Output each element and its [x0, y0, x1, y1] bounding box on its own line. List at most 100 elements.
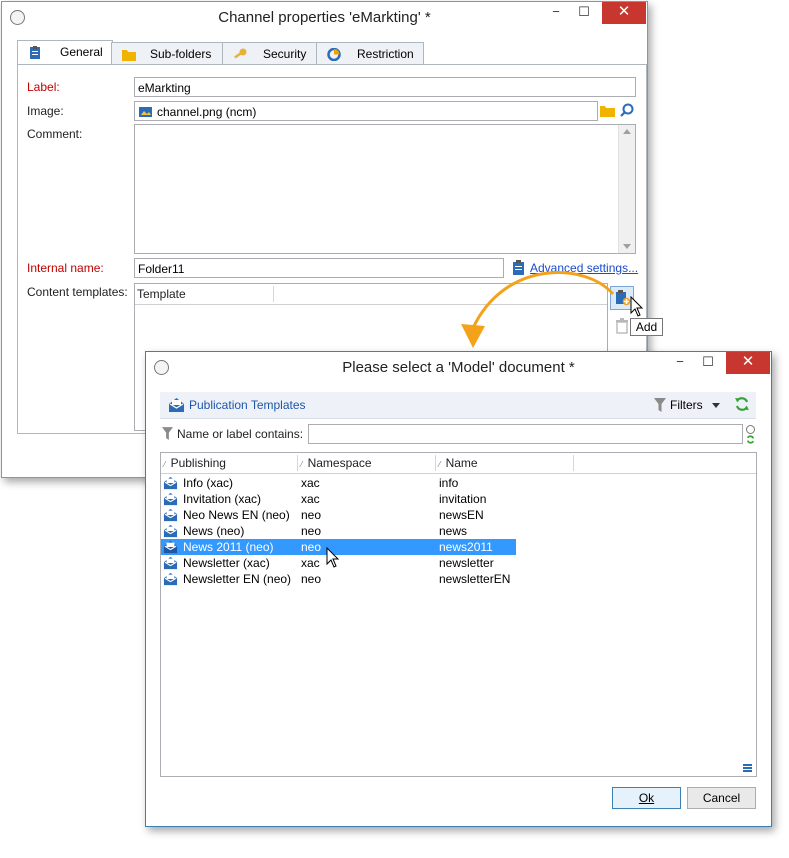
mouse-pointer-icon: [326, 547, 340, 568]
filters-label: Filters: [670, 398, 703, 412]
column-separator: [273, 286, 274, 302]
namespace-cell: xac: [301, 556, 320, 570]
column-publishing[interactable]: ⁄ Publishing: [164, 453, 226, 473]
funnel-icon: [162, 427, 173, 440]
name-cell: newsletterEN: [439, 572, 511, 586]
envelope-icon: [163, 572, 178, 586]
envelope-icon: [163, 492, 178, 506]
restriction-icon: [327, 48, 341, 61]
namespace-cell: neo: [301, 508, 322, 522]
chevron-down-icon[interactable]: [712, 403, 720, 408]
publishing-cell: Newsletter (xac): [183, 556, 270, 570]
envelope-icon: [163, 476, 178, 490]
tab-label: General: [60, 45, 103, 59]
name-cell: newsEN: [439, 508, 484, 522]
mouse-pointer-icon: [630, 296, 644, 317]
close-button[interactable]: ✕: [726, 352, 770, 374]
template-column-header[interactable]: Template: [137, 284, 186, 304]
envelope-icon: [163, 540, 178, 554]
image-value: channel.png (ncm): [157, 105, 257, 119]
maximize-button[interactable]: ☐: [570, 2, 598, 24]
publishing-cell: News 2011 (neo): [183, 540, 274, 554]
maximize-button[interactable]: ☐: [694, 352, 722, 374]
select-model-dialog: Please select a 'Model' document * − ☐ ✕…: [145, 351, 772, 827]
scroll-down-arrow[interactable]: [623, 244, 631, 249]
publishing-cell: Invitation (xac): [183, 492, 262, 506]
column-label: Name: [445, 456, 478, 470]
cancel-button[interactable]: Cancel: [687, 787, 756, 809]
folder-toolbar: Publication Templates Filters: [160, 392, 756, 419]
column-separator: [573, 455, 574, 471]
tab-label: Restriction: [357, 47, 414, 61]
name-filter-input[interactable]: [308, 424, 743, 444]
clipboard-icon: [30, 46, 40, 59]
list-item[interactable]: Neo News EN (neo) neo newsEN: [161, 507, 516, 523]
cancel-label: Cancel: [702, 791, 741, 805]
publishing-cell: News (neo): [183, 524, 245, 538]
image-file-icon: [139, 107, 152, 117]
title-bar: Please select a 'Model' document * − ☐ ✕: [146, 352, 771, 382]
comment-textarea[interactable]: [134, 124, 636, 254]
filters-dropdown[interactable]: Filters: [670, 398, 703, 412]
filter-caption: Name or label contains:: [177, 427, 304, 441]
name-cell: invitation: [439, 492, 487, 506]
minimize-button[interactable]: −: [666, 352, 694, 374]
add-tooltip: Add: [630, 318, 663, 336]
namespace-cell: xac: [301, 476, 320, 490]
name-cell: info: [439, 476, 459, 490]
funnel-icon: [654, 398, 666, 412]
content-templates-caption: Content templates:: [27, 285, 128, 299]
tab-restriction[interactable]: Restriction: [316, 42, 424, 65]
clear-filter-icon[interactable]: [746, 425, 755, 434]
column-separator: [297, 455, 298, 471]
list-options-icon[interactable]: [743, 764, 752, 772]
envelope-icon: [163, 508, 178, 522]
publishing-cell: Newsletter EN (neo): [183, 572, 292, 586]
ok-label: Ok: [638, 791, 655, 805]
tab-label: Sub-folders: [150, 47, 212, 61]
column-separator: [435, 455, 436, 471]
model-list[interactable]: ⁄ Publishing ⁄ Namespace ⁄ Name Info (xa…: [160, 452, 757, 777]
folder-open-icon[interactable]: [600, 104, 615, 117]
namespace-cell: neo: [301, 524, 322, 538]
key-icon: [234, 48, 247, 59]
list-item[interactable]: Info (xac) xac info: [161, 475, 516, 491]
close-button[interactable]: ✕: [602, 2, 646, 24]
column-namespace[interactable]: ⁄ Namespace: [301, 453, 372, 473]
image-field[interactable]: channel.png (ncm): [134, 101, 598, 121]
tab-sub-folders[interactable]: Sub-folders: [111, 42, 223, 65]
comment-scrollbar[interactable]: [618, 125, 635, 253]
minimize-button[interactable]: −: [542, 2, 570, 24]
curved-arrow-icon: [461, 271, 615, 348]
name-cell: newsletter: [439, 556, 494, 570]
ok-button[interactable]: Ok: [612, 787, 681, 809]
namespace-cell: xac: [301, 492, 320, 506]
namespace-cell: neo: [301, 572, 322, 586]
list-item[interactable]: News (neo) neo news: [161, 523, 516, 539]
image-caption: Image:: [27, 104, 64, 118]
column-label: Publishing: [170, 456, 226, 470]
label-caption: Label:: [27, 80, 60, 94]
tab-label: Security: [263, 47, 307, 61]
folder-icon: [122, 50, 136, 61]
namespace-cell: neo: [301, 540, 322, 554]
label-field[interactable]: eMarkting: [134, 77, 636, 97]
tab-general[interactable]: General: [17, 40, 113, 65]
list-item[interactable]: Newsletter EN (neo) neo newsletterEN: [161, 571, 516, 587]
folder-label[interactable]: Publication Templates: [189, 398, 306, 412]
refresh-icon[interactable]: [734, 396, 750, 412]
internal-name-caption: Internal name:: [27, 261, 104, 275]
column-name[interactable]: ⁄ Name: [439, 453, 478, 473]
publishing-cell: Info (xac): [183, 476, 234, 490]
envelope-icon: [169, 398, 184, 412]
search-icon[interactable]: [620, 103, 634, 117]
refresh-icon[interactable]: [746, 435, 755, 444]
envelope-icon: [163, 524, 178, 538]
scroll-up-arrow[interactable]: [623, 129, 631, 134]
list-item[interactable]: Invitation (xac) xac invitation: [161, 491, 516, 507]
tab-security[interactable]: Security: [222, 42, 317, 65]
title-bar: Channel properties 'eMarkting' * − ☐ ✕: [2, 2, 647, 32]
name-cell: news: [439, 524, 468, 538]
comment-caption: Comment:: [27, 127, 83, 141]
envelope-icon: [163, 556, 178, 570]
